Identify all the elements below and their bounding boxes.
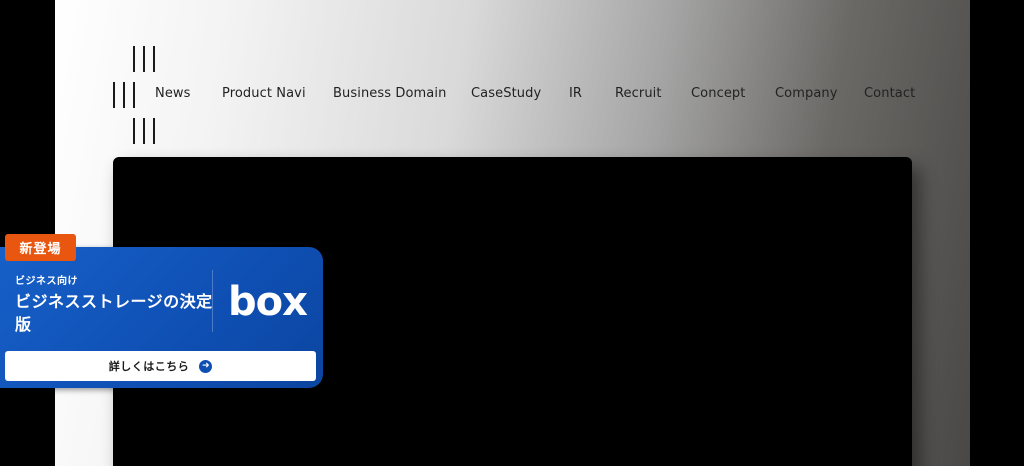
- nav-item-business-domain[interactable]: Business Domain: [333, 86, 446, 101]
- banner-subtitle: ビジネス向け: [15, 276, 78, 287]
- nav-item-contact[interactable]: Contact: [864, 86, 915, 101]
- nav-item-company[interactable]: Company: [775, 86, 838, 101]
- logo-mark-bar: [113, 82, 115, 108]
- nav-item-recruit[interactable]: Recruit: [615, 86, 662, 101]
- logo-mark-bar: [123, 82, 125, 108]
- banner-title: ビジネスストレージの決定版: [15, 292, 213, 334]
- nav-item-news[interactable]: News: [155, 86, 191, 101]
- logo-mark-bar: [133, 82, 135, 108]
- page-hero: News Product Navi Business Domain CaseSt…: [55, 0, 970, 466]
- nav-item-concept[interactable]: Concept: [691, 86, 745, 101]
- details-button-label: 詳しくはこちら: [108, 360, 190, 373]
- nav-item-ir[interactable]: IR: [569, 86, 582, 101]
- site-logo[interactable]: [113, 46, 159, 144]
- new-badge: 新登場: [5, 234, 76, 261]
- box-logo: box: [228, 279, 308, 325]
- logo-mark-bar: [153, 46, 155, 72]
- logo-mark-bar: [133, 46, 135, 72]
- details-button[interactable]: 詳しくはこちら ➜: [5, 351, 316, 381]
- logo-mark-bar: [143, 46, 145, 72]
- nav-item-casestudy[interactable]: CaseStudy: [471, 86, 541, 101]
- logo-mark-bar: [153, 118, 155, 144]
- logo-mark-bar: [133, 118, 135, 144]
- arrow-right-circle-icon: ➜: [199, 359, 213, 373]
- logo-mark-bar: [143, 118, 145, 144]
- nav-item-product-navi[interactable]: Product Navi: [222, 86, 306, 101]
- banner-divider: [212, 270, 213, 332]
